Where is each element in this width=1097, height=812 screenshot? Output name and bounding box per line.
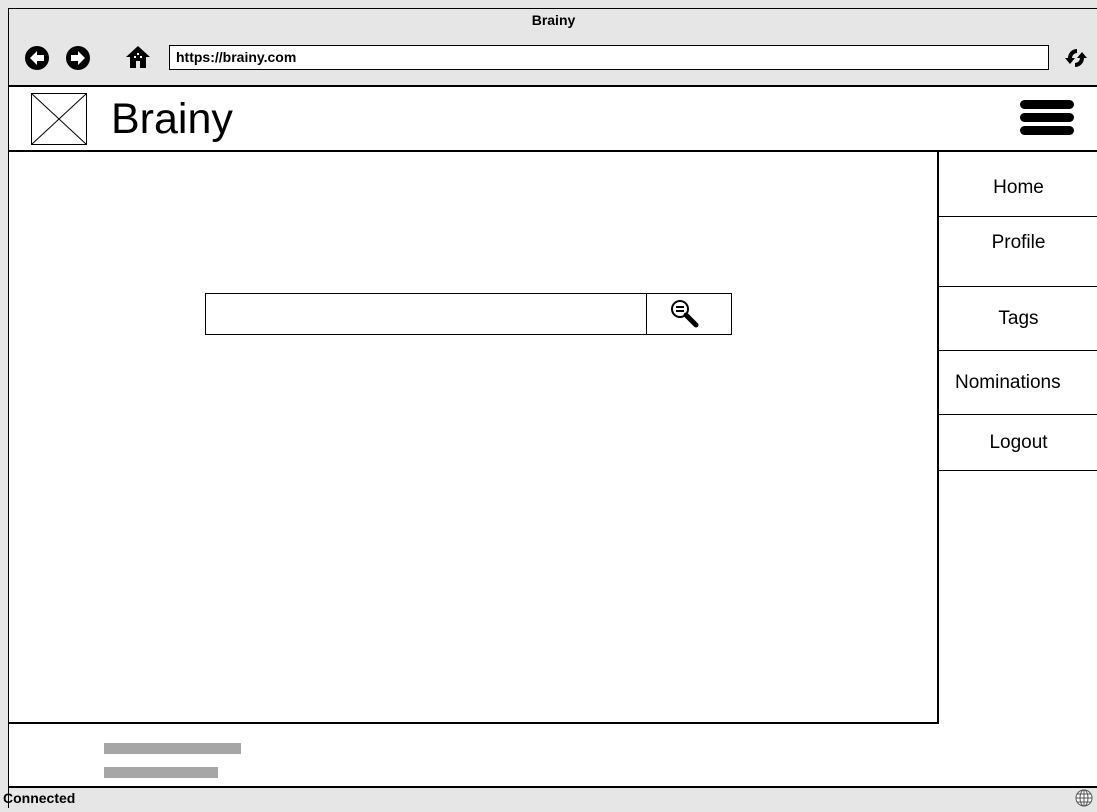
page-footer (9, 724, 1097, 786)
forward-arrow-icon[interactable] (65, 45, 91, 71)
browser-chrome: Brainy https://brainy.com (9, 9, 1097, 87)
image-placeholder-icon (31, 93, 87, 145)
search-button[interactable] (647, 293, 732, 335)
globe-icon (1075, 789, 1093, 807)
hamburger-menu-icon[interactable] (1019, 99, 1075, 137)
brand-title: Brainy (111, 95, 233, 143)
main-content (9, 152, 937, 724)
browser-window: Brainy https://brainy.com Brainy Home Pr… (3, 8, 1097, 808)
window-title: Brainy (531, 12, 576, 28)
sidebar-item-logout[interactable]: Logout (939, 415, 1097, 471)
status-text: Connected (3, 790, 76, 806)
footer-text-placeholder (104, 767, 218, 778)
home-icon[interactable] (125, 44, 151, 70)
sidebar-nav: Home Profile Tags Nominations Logout (937, 152, 1097, 724)
sidebar-item-profile[interactable]: Profile (939, 217, 1097, 287)
search-input[interactable] (205, 293, 647, 335)
sidebar-item-tags[interactable]: Tags (939, 287, 1097, 351)
sidebar-item-home[interactable]: Home (939, 152, 1097, 217)
app-header: Brainy (9, 87, 1097, 152)
sidebar-item-nominations[interactable]: Nominations (939, 351, 1097, 415)
back-arrow-icon[interactable] (24, 45, 50, 71)
magnifier-icon (671, 300, 699, 328)
url-input[interactable]: https://brainy.com (169, 45, 1049, 70)
reload-icon[interactable] (1063, 45, 1089, 71)
status-bar: Connected (3, 786, 1097, 808)
footer-text-placeholder (104, 743, 241, 754)
